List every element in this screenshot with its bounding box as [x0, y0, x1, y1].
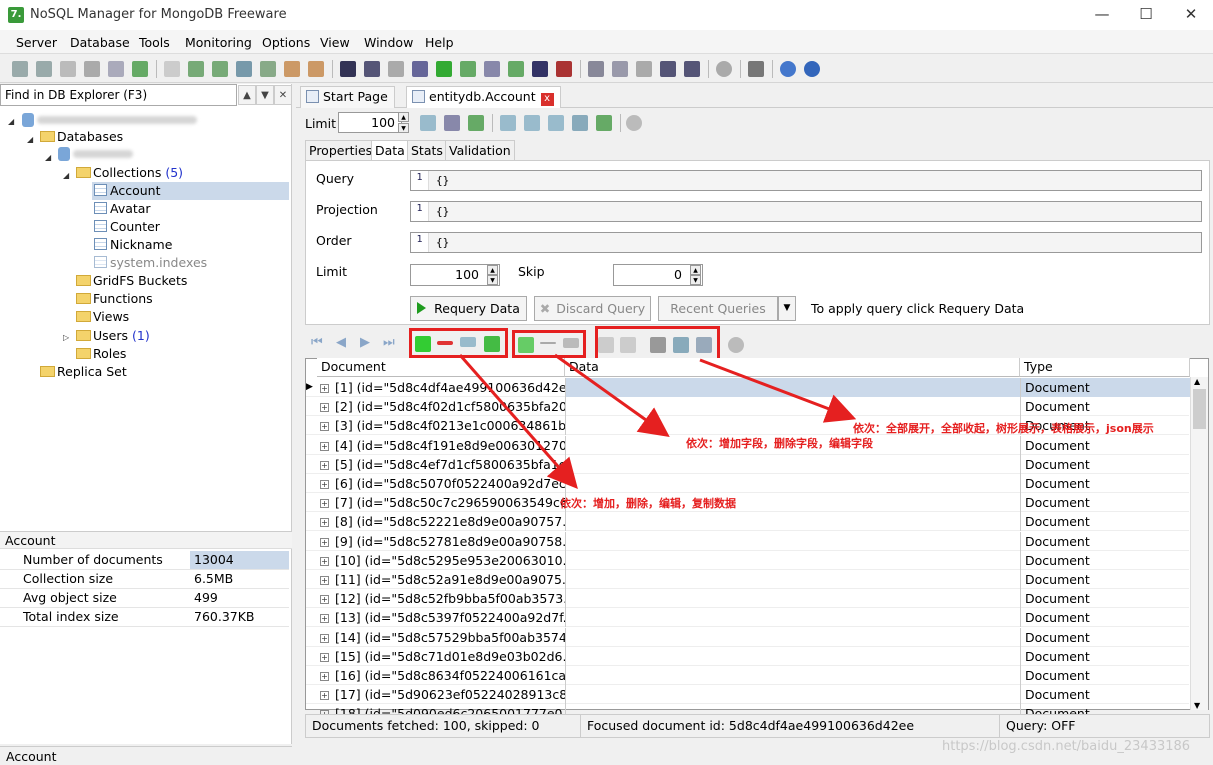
annotation-field-ops: 依次：增加字段，删除字段，编辑字段: [686, 437, 873, 450]
annotation-arrow-3: [699, 358, 857, 423]
annotation-data-ops: 依次：增加，删除，编辑，复制数据: [560, 497, 736, 510]
annotation-arrows: [458, 353, 857, 490]
annotation-arrow-1: [458, 354, 578, 490]
annotation-view-ops: 依次：全部展开，全部收起，树形展示，表格展示，json展示: [853, 422, 1154, 435]
watermark: https://blog.csdn.net/baidu_23433186: [942, 739, 1191, 754]
annotation-arrow-2: [554, 353, 670, 437]
